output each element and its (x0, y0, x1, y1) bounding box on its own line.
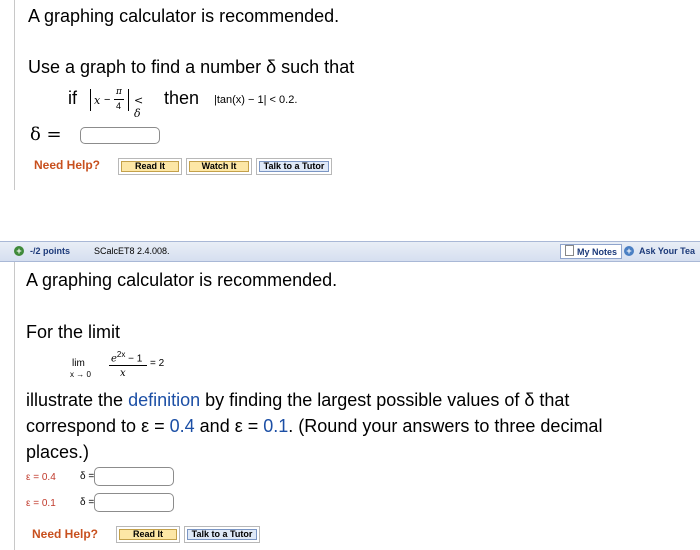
pi-numerator: π (116, 87, 122, 97)
q1-delta-label: δ = (30, 124, 62, 145)
row2-eps-label: ε = 0.1 (26, 498, 56, 509)
minus-one: − 1 (125, 353, 143, 365)
limit-denominator: x (120, 368, 126, 379)
note-icon (565, 245, 574, 256)
left-rule-q2 (14, 262, 15, 550)
q1-talk-to-tutor-button[interactable]: Talk to a Tutor (256, 158, 332, 175)
limit-numerator: e2x − 1 (111, 350, 142, 364)
my-notes-label: My Notes (577, 247, 618, 257)
text-round: . (Round your answers to three decimal (288, 416, 603, 436)
q2-limit-expression: lim x → 0 e2x − 1 x = 2 (66, 350, 186, 382)
q2-line1: illustrate the definition by finding the… (26, 390, 569, 411)
eps1-value: 0.4 (169, 416, 195, 436)
q1-prompt-text: Use a graph to find a number δ such that (28, 57, 355, 77)
q1-watch-it-button[interactable]: Watch It (186, 158, 252, 175)
fraction-bar (114, 99, 124, 100)
q1-read-it-button[interactable]: Read It (118, 158, 182, 175)
left-rule (14, 0, 15, 190)
lt-delta: < δ (134, 94, 144, 120)
text-correspond: correspond to ε = (26, 416, 165, 436)
row1-delta-input[interactable] (94, 467, 174, 486)
lim-word: lim (72, 358, 85, 369)
q2-code: SCalcET8 2.4.008. (94, 246, 170, 256)
q2-line3: places.) (26, 442, 90, 462)
q2-read-it-button[interactable]: Read It (116, 526, 180, 543)
four-denominator: 4 (116, 101, 122, 111)
ask-plus-icon: + (624, 246, 634, 256)
text-and-eps: and ε = (199, 416, 259, 436)
eps2-value: 0.1 (263, 416, 289, 436)
my-notes-button[interactable]: My Notes (560, 244, 623, 259)
abs-bar-left (90, 89, 91, 111)
row2-delta-label: δ = (80, 497, 95, 508)
limit-equals: = 2 (150, 358, 165, 369)
q1-need-help-label: Need Help? (34, 158, 101, 172)
abs-bar-right (128, 89, 129, 111)
q2-for-limit-text: For the limit (26, 322, 121, 342)
limit-fraction-bar (109, 365, 147, 366)
q2-points: -/2 points (30, 246, 70, 256)
q2-header-bar: + -/2 points SCalcET8 2.4.008. My Notes … (0, 241, 700, 262)
q1-if-word: if (68, 88, 77, 108)
text-largest-values: by finding the largest possible values o… (205, 390, 570, 410)
q2-talk-to-tutor-button[interactable]: Talk to a Tutor (184, 526, 260, 543)
q2-need-help-label: Need Help? (32, 527, 99, 541)
q1-then-word: then (164, 88, 200, 108)
row2-delta-input[interactable] (94, 493, 174, 512)
q2-line2: correspond to ε = 0.4 and ε = 0.1. (Roun… (26, 416, 602, 437)
ask-teacher-link[interactable]: Ask Your Tea (639, 246, 695, 256)
expand-plus-icon[interactable]: + (14, 246, 24, 256)
abs-minus: − (104, 94, 111, 106)
row1-delta-label: δ = (80, 471, 95, 482)
abs-x: x (94, 94, 101, 107)
q1-tan-inequality: |tan(x) − 1| < 0.2. (214, 94, 298, 106)
definition-link[interactable]: definition (128, 390, 200, 410)
q1-recommend-text: A graphing calculator is recommended. (28, 6, 340, 26)
row1-eps-label: ε = 0.4 (26, 472, 56, 483)
text-illustrate: illustrate the (26, 390, 124, 410)
q2-recommend-text: A graphing calculator is recommended. (26, 270, 338, 290)
q1-delta-input[interactable] (80, 127, 160, 144)
lim-subscript: x → 0 (70, 370, 91, 379)
